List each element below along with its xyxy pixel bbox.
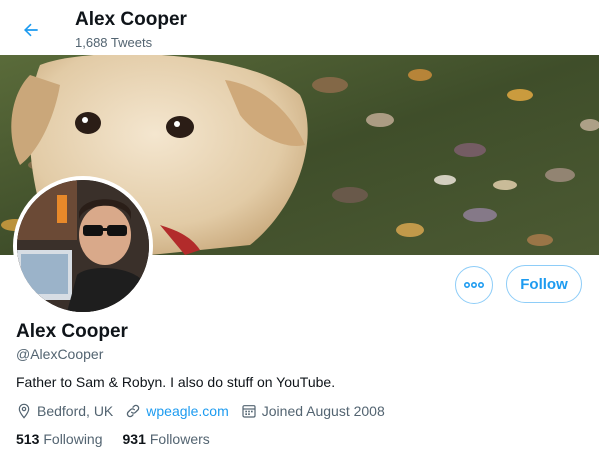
back-button[interactable] — [14, 13, 48, 47]
avatar-image — [17, 180, 149, 312]
header-title: Alex Cooper — [75, 9, 187, 30]
more-options-button[interactable] — [455, 266, 493, 304]
profile-avatar[interactable] — [13, 176, 153, 316]
joined-item: Joined August 2008 — [241, 403, 385, 419]
tweet-count: 1,688 Tweets — [75, 35, 153, 50]
followers-count: 931 — [122, 431, 146, 447]
followers-label: Followers — [149, 431, 210, 447]
link-icon — [127, 404, 140, 418]
location-text: Bedford, UK — [37, 403, 114, 419]
following-count: 513 — [16, 431, 40, 447]
profile-name: Alex Cooper — [16, 321, 128, 342]
following-stat[interactable]: 513 Following — [16, 431, 103, 447]
location-pin-icon — [18, 403, 30, 419]
website-link[interactable]: wpeagle.com — [146, 403, 229, 419]
website-item[interactable]: wpeagle.com — [125, 403, 229, 419]
profile-handle: @AlexCooper — [16, 346, 104, 362]
joined-text: Joined August 2008 — [261, 403, 385, 419]
followers-stat[interactable]: 931 Followers — [123, 431, 210, 447]
following-label: Following — [43, 431, 103, 447]
location-item: Bedford, UK — [16, 403, 113, 419]
profile-bio: Father to Sam & Robyn. I also do stuff o… — [16, 374, 336, 390]
follow-stats: 513 Following 931 Followers — [16, 431, 230, 447]
follow-button[interactable]: Follow — [506, 265, 582, 303]
more-horizontal-icon — [464, 282, 484, 288]
profile-meta: Bedford, UK wpeagle.com Joined August 20… — [16, 402, 397, 420]
arrow-left-icon — [24, 23, 38, 37]
calendar-icon — [242, 405, 256, 418]
profile-header: Alex Cooper 1,688 Tweets — [0, 0, 599, 55]
